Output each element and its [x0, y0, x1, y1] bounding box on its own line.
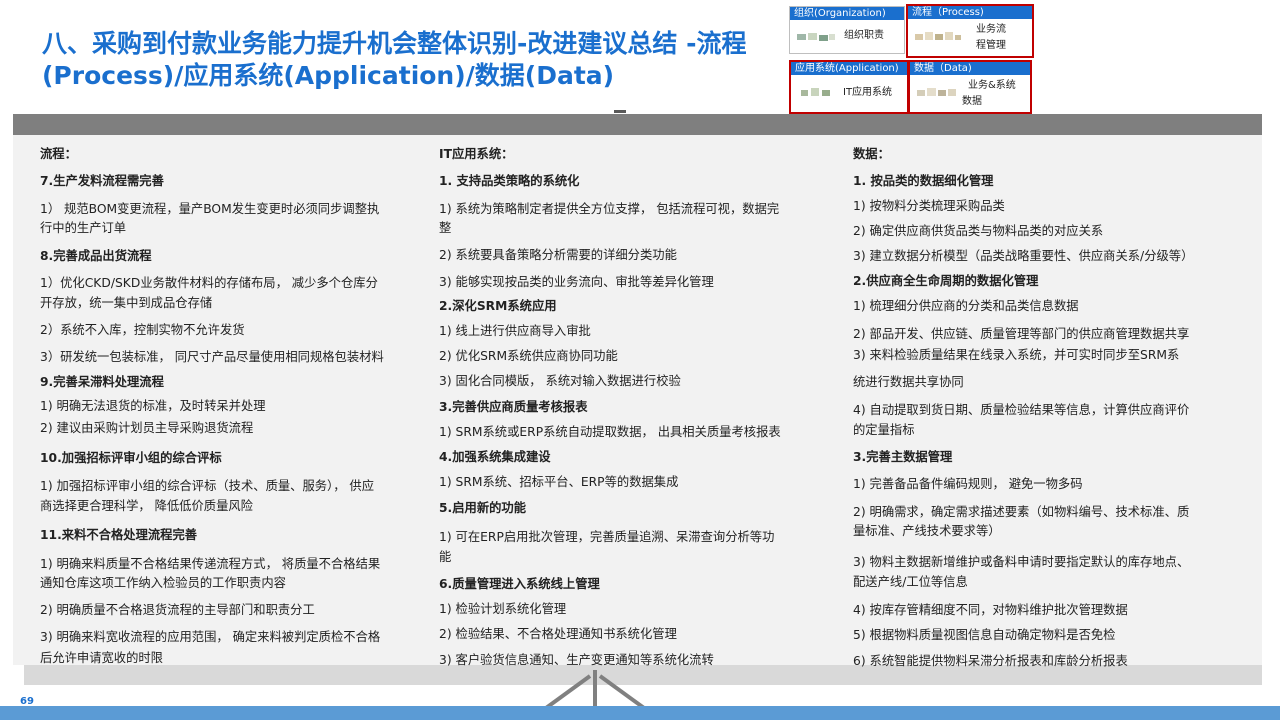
- list-item: 3）研发统一包装标准， 同尺寸产品尽量使用相同规格包装材料: [40, 350, 384, 364]
- list-item: 1) 加强招标评审小组的综合评标（技术、质量、服务）， 供应: [40, 479, 375, 493]
- list-item: 2) 确定供应商供货品类与物料品类的对应关系: [853, 224, 1104, 238]
- page-title: 八、采购到付款业务能力提升机会整体识别-改进建议总结 -流程 (Process)…: [42, 28, 802, 92]
- legend-data: 数据（Data) 业务&系统 数据: [908, 60, 1032, 114]
- list-item: 3) 能够实现按品类的业务流向、审批等差异化管理: [439, 275, 714, 289]
- list-item: 整: [439, 221, 452, 235]
- list-item: 1) 线上进行供应商导入审批: [439, 324, 591, 338]
- process-heading: 流程：: [40, 147, 77, 161]
- list-item: 1) 按物料分类梳理采购品类: [853, 199, 1005, 213]
- list-item: 2.深化SRM系统应用: [439, 299, 557, 313]
- list-item: 1. 按品类的数据细化管理: [853, 174, 994, 188]
- list-item: 配送产线/工位等信息: [853, 575, 968, 589]
- list-item: 1) 梳理细分供应商的分类和品类信息数据: [853, 299, 1079, 313]
- list-item: 7.生产发料流程需完善: [40, 174, 164, 188]
- it-heading: IT应用系统：: [439, 147, 514, 161]
- list-item: 1) 检验计划系统化管理: [439, 602, 567, 616]
- data-icon: [917, 88, 956, 96]
- list-item: 的定量指标: [853, 423, 915, 437]
- list-item: 3) 客户验货信息通知、生产变更通知等系统化流转: [439, 653, 714, 667]
- list-item: 1) SRM系统、招标平台、ERP等的数据集成: [439, 475, 679, 489]
- list-item: 3.完善供应商质量考核报表: [439, 400, 588, 414]
- list-item: 5) 根据物料质量视图信息自动确定物料是否免检: [853, 628, 1116, 642]
- list-item: 10.加强招标评审小组的综合评标: [40, 451, 222, 465]
- legend-data-label2: 数据: [962, 96, 982, 107]
- list-item: 2) 优化SRM系统供应商协同功能: [439, 349, 618, 363]
- list-item: 商选择更合理科学， 降低低价质量风险: [40, 499, 253, 513]
- list-item: 2) 建议由采购计划员主导采购退货流程: [40, 421, 254, 435]
- list-item: 统进行数据共享协同: [853, 375, 964, 389]
- list-item: 4) 自动提取到货日期、质量检验结果等信息，计算供应商评价: [853, 403, 1190, 417]
- list-item: 3) 明确来料宽收流程的应用范围， 确定来料被判定质检不合格: [40, 630, 381, 644]
- legend-process-label1: 业务流: [976, 24, 1006, 35]
- list-item: 后允许申请宽收的时限: [40, 651, 163, 665]
- list-item: 1. 支持品类策略的系统化: [439, 174, 580, 188]
- list-item: 1） 规范BOM变更流程，量产BOM发生变更时必须同步调整执: [40, 202, 380, 216]
- list-item: 5.启用新的功能: [439, 501, 527, 515]
- legend-organization-header: 组织(Organization): [790, 7, 904, 20]
- list-item: 3) 来料检验质量结果在线录入系统，并可实时同步至SRM系: [853, 348, 1180, 362]
- list-item: 2) 明确需求，确定需求描述要素（如物料编号、技术标准、质: [853, 505, 1190, 519]
- legend-application: 应用系统(Application) IT应用系统: [789, 60, 909, 114]
- list-item: 3) 物料主数据新增维护或备料申请时要指定默认的库存地点、: [853, 555, 1190, 569]
- list-item: 9.完善呆滞料处理流程: [40, 375, 164, 389]
- data-heading: 数据：: [853, 147, 890, 161]
- list-item: 4.加强系统集成建设: [439, 450, 551, 464]
- list-item: 3) 固化合同模版， 系统对输入数据进行校验: [439, 374, 681, 388]
- list-item: 1) 系统为策略制定者提供全方位支撑， 包括流程可视，数据完: [439, 202, 780, 216]
- legend-application-label: IT应用系统: [843, 87, 893, 98]
- list-item: 2) 检验结果、不合格处理通知书系统化管理: [439, 627, 677, 641]
- legend-organization-label: 组织职责: [844, 30, 884, 41]
- list-item: 11.来料不合格处理流程完善: [40, 528, 198, 542]
- divider-tick: [614, 110, 626, 113]
- list-item: 8.完善成品出货流程: [40, 249, 152, 263]
- list-item: 1) 明确无法退货的标准，及时转呆并处理: [40, 399, 266, 413]
- list-item: 4) 按库存管精细度不同，对物料维护批次管理数据: [853, 603, 1128, 617]
- header-bar: [13, 114, 1262, 135]
- organization-icon: [797, 33, 835, 41]
- list-item: 能: [439, 550, 452, 564]
- list-item: 3) 建立数据分析模型（品类战略重要性、供应商关系/分级等）: [853, 249, 1194, 263]
- list-item: 行中的生产订单: [40, 221, 127, 235]
- process-icon: [915, 32, 961, 40]
- list-item: 1) 完善备品备件编码规则， 避免一物多码: [853, 477, 1083, 491]
- page-title-line1: 八、采购到付款业务能力提升机会整体识别-改进建议总结 -流程: [42, 29, 747, 58]
- list-item: 1) 可在ERP启用批次管理，完善质量追溯、呆滞查询分析等功: [439, 530, 775, 544]
- list-item: 2）系统不入库，控制实物不允许发货: [40, 323, 245, 337]
- list-item: 量标准、产线技术要求等）: [853, 524, 1001, 538]
- application-icon: [801, 88, 830, 96]
- legend-process-label2: 程管理: [976, 40, 1006, 51]
- panel-side: [13, 135, 24, 665]
- legend-application-header: 应用系统(Application): [791, 62, 907, 75]
- footer-bar: [0, 706, 1280, 720]
- list-item: 1) SRM系统或ERP系统自动提取数据， 出具相关质量考核报表: [439, 425, 781, 439]
- list-item: 3.完善主数据管理: [853, 450, 953, 464]
- legend-process: 流程（Process) 业务流 程管理: [906, 4, 1034, 58]
- list-item: 1）优化CKD/SKD业务散件材料的存储布局， 减少多个仓库分: [40, 276, 378, 290]
- list-item: 2) 明确质量不合格退货流程的主导部门和职责分工: [40, 603, 315, 617]
- page-number: 69: [20, 696, 34, 707]
- page-title-line2: (Process)/应用系统(Application)/数据(Data): [42, 61, 615, 90]
- legend-data-header: 数据（Data): [910, 62, 1030, 75]
- list-item: 2) 系统要具备策略分析需要的详细分类功能: [439, 248, 677, 262]
- list-item: 1) 明确来料质量不合格结果传递流程方式， 将质量不合格结果: [40, 557, 381, 571]
- legend-data-label1: 业务&系统: [968, 80, 1016, 91]
- list-item: 2) 部品开发、供应链、质量管理等部门的供应商管理数据共享: [853, 327, 1190, 341]
- list-item: 开存放，统一集中到成品仓存储: [40, 296, 213, 310]
- legend-organization: 组织(Organization) 组织职责: [789, 6, 905, 54]
- list-item: 6.质量管理进入系统线上管理: [439, 577, 600, 591]
- list-item: 6) 系统智能提供物料呆滞分析报表和库龄分析报表: [853, 654, 1128, 668]
- list-item: 通知仓库这项工作纳入检验员的工作职责内容: [40, 576, 286, 590]
- list-item: 2.供应商全生命周期的数据化管理: [853, 274, 1039, 288]
- legend-process-header: 流程（Process): [908, 6, 1032, 19]
